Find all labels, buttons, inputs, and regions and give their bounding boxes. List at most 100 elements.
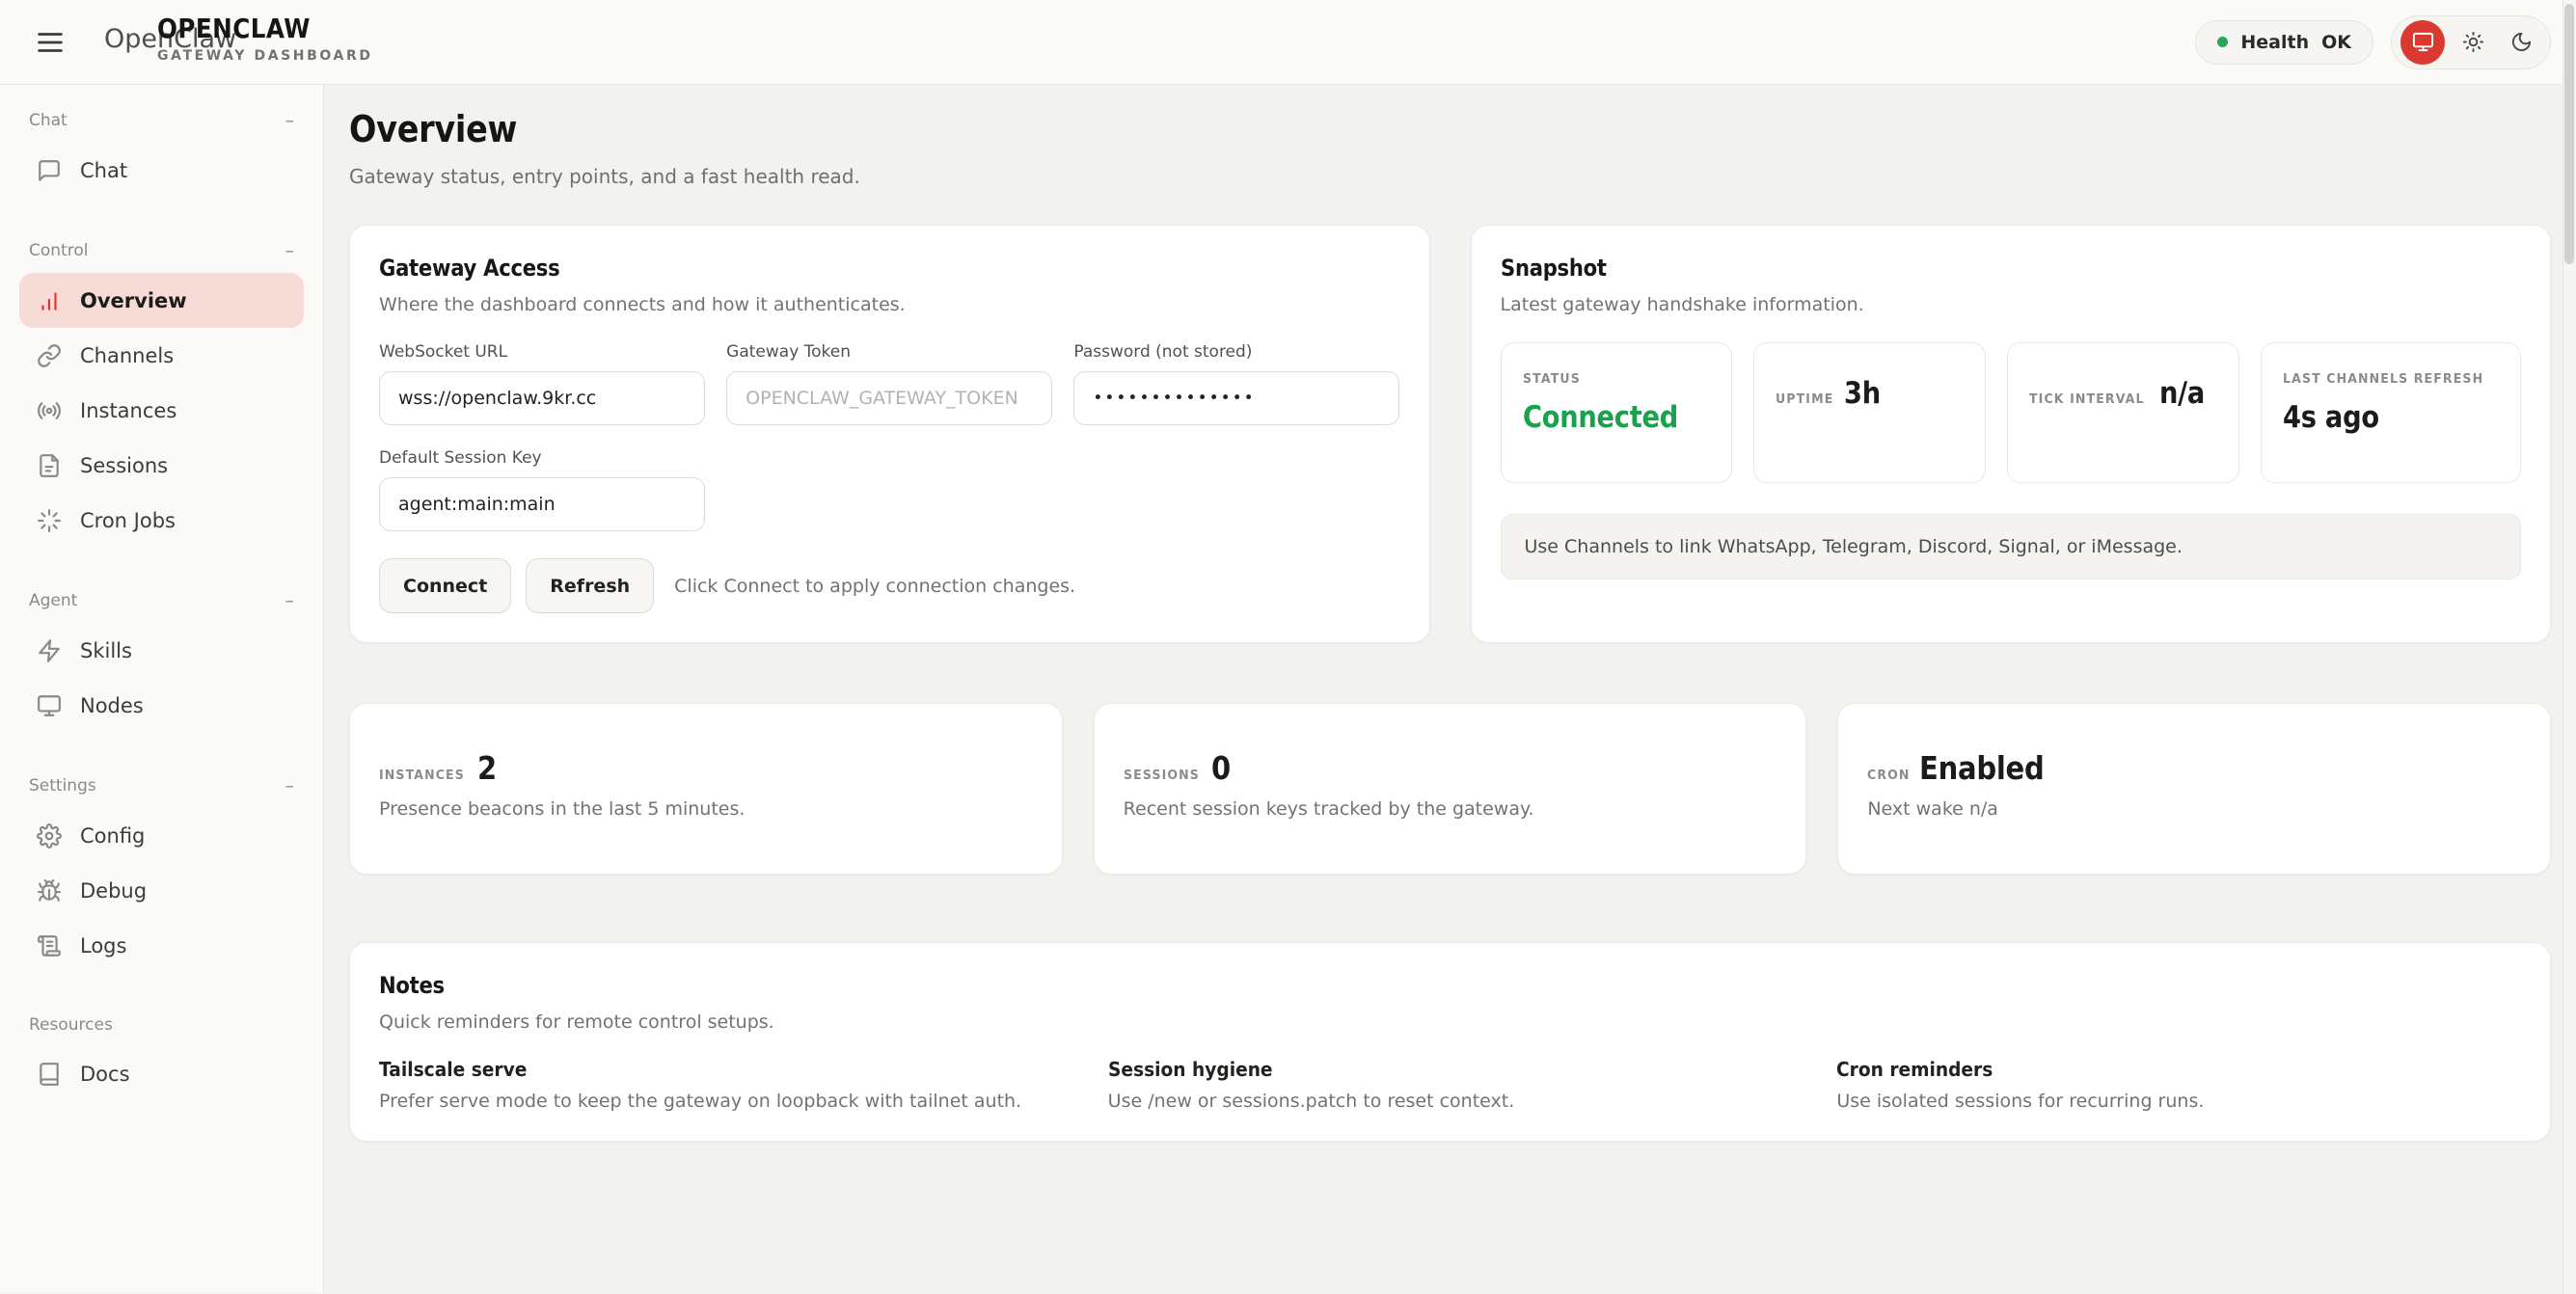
- link-icon: [37, 343, 62, 368]
- sidebar-section-header[interactable]: Control –: [19, 240, 304, 261]
- stat-value: 2: [477, 749, 497, 787]
- theme-button[interactable]: [2400, 20, 2445, 65]
- top-bar: OpenClaw OPENCLAW GATEWAY DASHBOARD Heal…: [0, 0, 2576, 85]
- snapshot-tile-label: Status: [1523, 369, 1581, 391]
- sidebar-section-header[interactable]: Resources: [19, 1015, 304, 1035]
- menu-button[interactable]: [25, 17, 75, 67]
- sidebar-item[interactable]: Cron Jobs: [19, 493, 304, 548]
- sidebar-section-header[interactable]: Agent –: [19, 590, 304, 611]
- note-item-description: Use /new or sessions.patch to reset cont…: [1108, 1091, 1793, 1112]
- notes-title: Notes: [379, 972, 445, 999]
- menu-icon: [34, 26, 67, 59]
- note-item-title: Tailscale serve: [379, 1058, 527, 1081]
- health-value: OK: [2321, 32, 2351, 53]
- stat-label: Cron: [1867, 766, 1911, 787]
- snapshot-title: Snapshot: [1501, 255, 1607, 282]
- password-label: Password (not stored): [1073, 342, 1399, 362]
- snapshot-tile-value: Connected: [1523, 400, 1678, 435]
- sidebar-item[interactable]: Channels: [19, 328, 304, 383]
- main-content: Overview Gateway status, entry points, a…: [324, 85, 2576, 1293]
- app-wordmark-subtitle: GATEWAY DASHBOARD: [157, 48, 373, 64]
- collapse-icon: –: [285, 240, 295, 261]
- loader-icon: [37, 508, 62, 533]
- moon-icon: [2510, 31, 2533, 53]
- sidebar-section: Resources Docs: [19, 1015, 304, 1101]
- sidebar-item-label: Debug: [80, 879, 147, 903]
- snapshot-tile-value: 3h: [1844, 376, 1881, 411]
- theme-button[interactable]: [2501, 22, 2541, 63]
- health-status-badge: Health OK: [2195, 20, 2373, 65]
- sidebar-section-header[interactable]: Chat –: [19, 110, 304, 131]
- stat-label: Sessions: [1124, 766, 1200, 787]
- app-wordmark: OPENCLAW: [157, 13, 311, 44]
- sidebar-item[interactable]: Docs: [19, 1046, 304, 1101]
- theme-switcher: [2391, 15, 2551, 69]
- note-item: Session hygiene Use /new or sessions.pat…: [1108, 1058, 1793, 1112]
- note-item: Cron reminders Use isolated sessions for…: [1836, 1058, 2521, 1112]
- snapshot-tile-value: 4s ago: [2283, 400, 2379, 435]
- sidebar-item-label: Nodes: [80, 694, 144, 717]
- sidebar-item[interactable]: Overview: [19, 273, 304, 328]
- refresh-button[interactable]: Refresh: [526, 558, 654, 613]
- stat-description: Recent session keys tracked by the gatew…: [1124, 798, 1777, 820]
- sidebar-item-label: Channels: [80, 344, 174, 367]
- sidebar-item[interactable]: Chat: [19, 143, 304, 198]
- gateway-access-subtitle: Where the dashboard connects and how it …: [379, 294, 1400, 315]
- session-key-label: Default Session Key: [379, 448, 705, 468]
- snapshot-card: Snapshot Latest gateway handshake inform…: [1471, 225, 2552, 643]
- sidebar-item-label: Instances: [80, 399, 176, 422]
- gateway-token-label: Gateway Token: [726, 342, 1052, 362]
- bar-chart-icon: [37, 288, 62, 313]
- stat-card: Sessions 0 Recent session keys tracked b…: [1094, 703, 1807, 875]
- sidebar-section-label: Resources: [29, 1015, 113, 1035]
- sidebar-item-label: Chat: [80, 159, 127, 182]
- sidebar: Chat – Chat Control –: [0, 85, 324, 1293]
- chat-bubble-icon: [37, 158, 62, 183]
- vertical-scrollbar[interactable]: [2562, 0, 2576, 1294]
- sidebar-item-label: Cron Jobs: [80, 509, 176, 532]
- sidebar-item[interactable]: Sessions: [19, 438, 304, 493]
- monitor-icon: [2412, 31, 2434, 53]
- sidebar-item[interactable]: Nodes: [19, 678, 304, 733]
- note-item: Tailscale serve Prefer serve mode to kee…: [379, 1058, 1064, 1112]
- snapshot-tile: Tick interval n/a: [2007, 342, 2239, 483]
- sidebar-section-header[interactable]: Settings –: [19, 775, 304, 796]
- app-logo: OpenClaw OPENCLAW GATEWAY DASHBOARD: [87, 0, 492, 84]
- sidebar-item-label: Logs: [80, 934, 126, 957]
- sidebar-item[interactable]: Logs: [19, 918, 304, 973]
- page-title: Overview: [349, 108, 517, 150]
- sidebar-item-label: Sessions: [80, 454, 168, 477]
- health-dot-icon: [2217, 37, 2228, 47]
- note-item-title: Cron reminders: [1836, 1058, 1993, 1081]
- stat-label: Instances: [379, 766, 465, 787]
- notes-card: Notes Quick reminders for remote control…: [349, 942, 2551, 1142]
- snapshot-tile-value: n/a: [2159, 376, 2205, 411]
- book-icon: [37, 1062, 62, 1087]
- snapshot-tile: Status Connected: [1501, 342, 1733, 483]
- monitor-icon: [37, 693, 62, 718]
- stat-card: Instances 2 Presence beacons in the last…: [349, 703, 1063, 875]
- snapshot-subtitle: Latest gateway handshake information.: [1501, 294, 2522, 315]
- sidebar-section-label: Settings: [29, 776, 96, 795]
- scrollbar-thumb[interactable]: [2564, 4, 2574, 264]
- password-input[interactable]: [1073, 371, 1399, 425]
- sidebar-item-label: Docs: [80, 1063, 130, 1086]
- page-subtitle: Gateway status, entry points, and a fast…: [349, 165, 2551, 188]
- session-key-input[interactable]: [379, 477, 705, 531]
- gateway-token-input[interactable]: [726, 371, 1052, 425]
- websocket-url-input[interactable]: [379, 371, 705, 425]
- connect-button[interactable]: Connect: [379, 558, 511, 613]
- note-item-description: Prefer serve mode to keep the gateway on…: [379, 1091, 1064, 1112]
- sidebar-item[interactable]: Debug: [19, 863, 304, 918]
- sidebar-item[interactable]: Skills: [19, 623, 304, 678]
- sidebar-section-label: Chat: [29, 111, 68, 130]
- websocket-url-label: WebSocket URL: [379, 342, 705, 362]
- gateway-access-title: Gateway Access: [379, 255, 559, 282]
- stat-description: Presence beacons in the last 5 minutes.: [379, 798, 1033, 820]
- health-label: Health: [2240, 32, 2309, 53]
- theme-button[interactable]: [2453, 22, 2493, 63]
- sidebar-item[interactable]: Config: [19, 808, 304, 863]
- zap-icon: [37, 638, 62, 663]
- sidebar-item[interactable]: Instances: [19, 383, 304, 438]
- sidebar-item-label: Skills: [80, 639, 132, 662]
